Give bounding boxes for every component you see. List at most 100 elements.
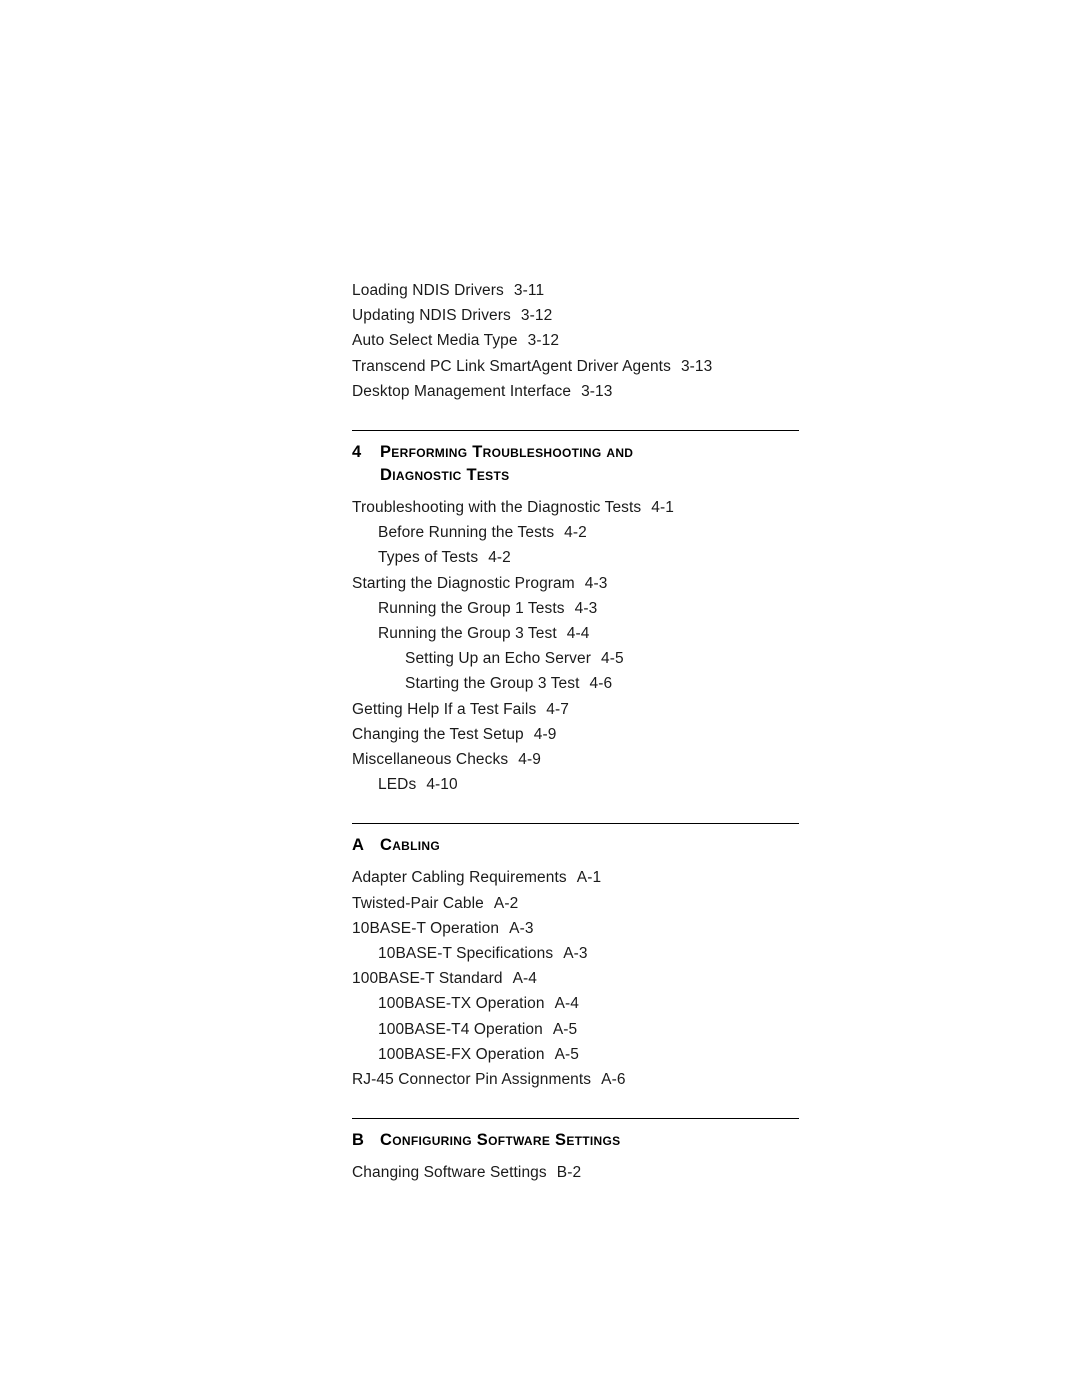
toc-entry[interactable]: Twisted-Pair Cable A-2 [352,891,832,916]
toc-entry[interactable]: Before Running the Tests 4-2 [352,520,832,545]
chapter-entries: Changing Software Settings B-2 [352,1160,832,1185]
toc-entry[interactable]: Getting Help If a Test Fails 4-7 [352,697,832,722]
toc-entry-label: 10BASE-T Operation [352,919,500,937]
toc-entry[interactable]: LEDs 4-10 [352,772,832,797]
toc-entry-page: A-6 [601,1071,626,1089]
toc-entry-page: A-3 [509,919,534,937]
toc-entry-label: 100BASE-FX Operation [378,1045,545,1063]
chapter-heading[interactable]: A Cabling [352,834,832,857]
toc-entry-page: 4-3 [584,574,608,592]
toc-entry-label: LEDs [378,776,417,794]
toc-entry-label: Starting the Group 3 Test [405,675,580,693]
toc-entry[interactable]: RJ-45 Connector Pin Assignments A-6 [352,1067,832,1092]
chapter-title-line1: Performing Troubleshooting and [380,443,634,462]
toc-entry-page: 4-3 [574,599,598,617]
toc-entry-page: A-3 [563,945,588,963]
toc-entry[interactable]: Starting the Diagnostic Program 4-3 [352,571,832,596]
toc-entry[interactable]: Loading NDIS Drivers 3-11 [352,278,832,303]
toc-entry[interactable]: 10BASE-T Specifications A-3 [352,941,832,966]
chapter-title: Configuring Software Settings [380,1129,620,1152]
toc-entry-label: Running the Group 3 Test [378,625,557,643]
section-divider [352,823,799,825]
chapter-heading[interactable]: 4 Performing Troubleshooting and Diagnos… [352,441,832,487]
toc-entry-page: 4-1 [651,499,674,517]
toc-entry-label: Changing Software Settings [352,1164,547,1182]
toc-entry-page: 3-13 [581,382,613,400]
toc-entry-page: 4-6 [589,675,613,693]
toc-entry[interactable]: Types of Tests 4-2 [352,545,832,570]
toc-entry-page: 4-2 [564,524,587,542]
toc-entry-page: A-2 [493,894,519,912]
toc-entry-page: A-4 [512,970,538,988]
toc-entry[interactable]: Auto Select Media Type 3-12 [352,328,832,353]
chapter-title: Cabling [380,834,440,857]
toc-entry[interactable]: Changing the Test Setup 4-9 [352,722,832,747]
toc-entry-label: Running the Group 1 Tests [378,599,565,617]
chapter-entries: Adapter Cabling Requirements A-1 Twisted-… [352,865,832,1092]
toc-entry-label: Transcend PC Link SmartAgent Driver Agen… [352,357,671,375]
toc-entry-label: Troubleshooting with the Diagnostic Test… [352,499,642,517]
toc-entry-page: 4-5 [601,650,624,668]
toc-section-continued: Loading NDIS Drivers 3-11 Updating NDIS D… [352,278,832,404]
toc-entry-label: Miscellaneous Checks [352,751,509,769]
toc-entry-page: 3-13 [680,357,713,375]
toc-entry[interactable]: 100BASE-T Standard A-4 [352,966,832,991]
chapter-title: Performing Troubleshooting and Diagnosti… [380,441,633,487]
toc-entry[interactable]: 100BASE-T4 Operation A-5 [352,1017,832,1042]
chapter-number: 4 [352,443,362,462]
document-page: Loading NDIS Drivers 3-11 Updating NDIS D… [0,0,1080,1397]
section-divider [352,1118,799,1120]
toc-entry-page: A-1 [576,869,602,887]
chapter-number: B [352,1131,365,1150]
toc-entry[interactable]: Troubleshooting with the Diagnostic Test… [352,495,832,520]
toc-entry[interactable]: Starting the Group 3 Test 4-6 [352,671,832,696]
toc-entry-label: 10BASE-T Specifications [378,945,554,963]
toc-entry-label: Starting the Diagnostic Program [352,574,575,592]
toc-entry[interactable]: 100BASE-FX Operation A-5 [352,1042,832,1067]
toc-entry-page: 3-12 [520,307,553,325]
chapter-heading[interactable]: B Configuring Software Settings [352,1129,832,1152]
toc-entry-label: Getting Help If a Test Fails [352,700,537,718]
toc-entry-page: 3-11 [513,282,545,299]
toc-entry-page: B-2 [556,1164,582,1182]
table-of-contents: Loading NDIS Drivers 3-11 Updating NDIS D… [352,278,832,1185]
toc-entry-label: Desktop Management Interface [352,382,572,400]
toc-entry[interactable]: Miscellaneous Checks 4-9 [352,747,832,772]
toc-entry-label: 100BASE-TX Operation [378,995,545,1013]
chapter-title-line2: Diagnostic Tests [380,466,510,485]
toc-entry[interactable]: Desktop Management Interface 3-13 [352,379,832,404]
toc-entry-page: 4-9 [533,725,557,743]
toc-chapter-b: B Configuring Software Settings Changing… [352,1118,832,1185]
toc-entry-label: Updating NDIS Drivers [352,307,511,325]
toc-entry-label: Auto Select Media Type [352,332,518,350]
toc-entry-label: Changing the Test Setup [352,725,524,743]
toc-entry-page: 4-9 [518,751,541,769]
toc-entry-label: Types of Tests [378,549,479,567]
toc-entry[interactable]: Changing Software Settings B-2 [352,1160,832,1185]
toc-entry-page: A-5 [554,1045,579,1063]
chapter-number: A [352,836,365,855]
toc-entry-page: 4-10 [426,776,458,794]
chapter-title-line1: Cabling [380,836,441,855]
toc-entry[interactable]: 10BASE-T Operation A-3 [352,916,832,941]
section-divider [352,430,799,432]
toc-entry[interactable]: Running the Group 1 Tests 4-3 [352,596,832,621]
chapter-entries: Troubleshooting with the Diagnostic Test… [352,495,832,797]
toc-entry-label: Before Running the Tests [378,524,555,542]
toc-entry[interactable]: Running the Group 3 Test 4-4 [352,621,832,646]
toc-entry-page: A-5 [552,1020,578,1038]
toc-entry[interactable]: 100BASE-TX Operation A-4 [352,991,832,1016]
toc-entry-page: 4-7 [546,700,569,718]
toc-entry[interactable]: Transcend PC Link SmartAgent Driver Agen… [352,354,832,379]
toc-entry-page: A-4 [554,995,579,1013]
toc-chapter-4: 4 Performing Troubleshooting and Diagnos… [352,430,832,797]
toc-entry-label: 100BASE-T Standard [352,970,503,988]
chapter-title-line1: Configuring Software Settings [380,1131,621,1150]
toc-entry[interactable]: Setting Up an Echo Server 4-5 [352,646,832,671]
toc-entry-page: 4-2 [488,549,511,567]
toc-entry[interactable]: Updating NDIS Drivers 3-12 [352,303,832,328]
toc-entry-label: Twisted-Pair Cable [352,894,484,912]
toc-entry-page: 4-4 [566,625,590,643]
toc-entry-label: RJ-45 Connector Pin Assignments [352,1071,592,1089]
toc-entry[interactable]: Adapter Cabling Requirements A-1 [352,865,832,890]
